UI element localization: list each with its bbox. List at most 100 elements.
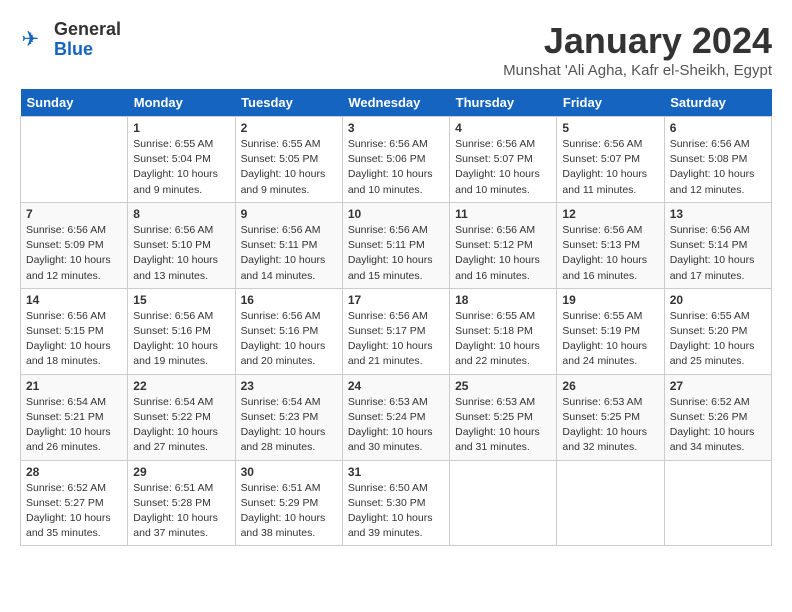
- page-header: ✈ General Blue January 2024 Munshat 'Ali…: [20, 20, 772, 79]
- daylight-text: Daylight: 10 hours and 14 minutes.: [241, 253, 337, 283]
- weekday-header-monday: Monday: [128, 89, 235, 117]
- sunset-text: Sunset: 5:07 PM: [455, 152, 551, 167]
- logo: ✈ General Blue: [20, 20, 121, 60]
- sunset-text: Sunset: 5:08 PM: [670, 152, 766, 167]
- logo-blue: Blue: [54, 40, 121, 60]
- sunrise-text: Sunrise: 6:53 AM: [455, 395, 551, 410]
- weekday-header-saturday: Saturday: [664, 89, 771, 117]
- calendar-cell: 18Sunrise: 6:55 AMSunset: 5:18 PMDayligh…: [450, 288, 557, 374]
- cell-content: Sunrise: 6:52 AMSunset: 5:26 PMDaylight:…: [670, 395, 766, 456]
- cell-content: Sunrise: 6:55 AMSunset: 5:04 PMDaylight:…: [133, 137, 229, 198]
- sunset-text: Sunset: 5:11 PM: [241, 238, 337, 253]
- sunrise-text: Sunrise: 6:56 AM: [241, 309, 337, 324]
- cell-content: Sunrise: 6:56 AMSunset: 5:17 PMDaylight:…: [348, 309, 444, 370]
- weekday-header-tuesday: Tuesday: [235, 89, 342, 117]
- sunrise-text: Sunrise: 6:51 AM: [133, 481, 229, 496]
- sunset-text: Sunset: 5:19 PM: [562, 324, 658, 339]
- daylight-text: Daylight: 10 hours and 9 minutes.: [133, 167, 229, 197]
- calendar-row-2: 7Sunrise: 6:56 AMSunset: 5:09 PMDaylight…: [21, 202, 772, 288]
- sunset-text: Sunset: 5:25 PM: [455, 410, 551, 425]
- sunset-text: Sunset: 5:10 PM: [133, 238, 229, 253]
- sunrise-text: Sunrise: 6:56 AM: [670, 223, 766, 238]
- sunset-text: Sunset: 5:21 PM: [26, 410, 122, 425]
- daylight-text: Daylight: 10 hours and 37 minutes.: [133, 511, 229, 541]
- sunset-text: Sunset: 5:22 PM: [133, 410, 229, 425]
- sunrise-text: Sunrise: 6:54 AM: [241, 395, 337, 410]
- cell-content: Sunrise: 6:56 AMSunset: 5:16 PMDaylight:…: [133, 309, 229, 370]
- sunrise-text: Sunrise: 6:53 AM: [562, 395, 658, 410]
- daylight-text: Daylight: 10 hours and 10 minutes.: [348, 167, 444, 197]
- cell-content: Sunrise: 6:56 AMSunset: 5:10 PMDaylight:…: [133, 223, 229, 284]
- svg-text:✈: ✈: [22, 28, 40, 51]
- daylight-text: Daylight: 10 hours and 28 minutes.: [241, 425, 337, 455]
- sunrise-text: Sunrise: 6:55 AM: [670, 309, 766, 324]
- calendar-cell: 16 Sunrise: 6:56 AMSunset: 5:16 PMDayligh…: [235, 288, 342, 374]
- sunrise-text: Sunrise: 6:56 AM: [26, 309, 122, 324]
- sunset-text: Sunset: 5:04 PM: [133, 152, 229, 167]
- calendar-cell: 4Sunrise: 6:56 AMSunset: 5:07 PMDaylight…: [450, 117, 557, 203]
- sunset-text: Sunset: 5:17 PM: [348, 324, 444, 339]
- daylight-text: Daylight: 10 hours and 18 minutes.: [26, 339, 122, 369]
- calendar-cell: 9Sunrise: 6:56 AMSunset: 5:11 PMDaylight…: [235, 202, 342, 288]
- day-number: 24: [348, 379, 444, 393]
- day-number: 13: [670, 207, 766, 221]
- sunset-text: Sunset: 5:05 PM: [241, 152, 337, 167]
- day-number: 27: [670, 379, 766, 393]
- sunrise-text: Sunrise: 6:56 AM: [562, 223, 658, 238]
- day-number: 16: [241, 293, 337, 307]
- sunrise-text: Sunrise: 6:56 AM: [133, 309, 229, 324]
- weekday-header-wednesday: Wednesday: [342, 89, 449, 117]
- calendar-cell: 7Sunrise: 6:56 AMSunset: 5:09 PMDaylight…: [21, 202, 128, 288]
- daylight-text: Daylight: 10 hours and 17 minutes.: [670, 253, 766, 283]
- month-title: January 2024: [503, 20, 772, 62]
- weekday-header-sunday: Sunday: [21, 89, 128, 117]
- day-number: 23: [241, 379, 337, 393]
- day-number: 29: [133, 465, 229, 479]
- cell-content: Sunrise: 6:56 AMSunset: 5:16 PMDaylight:…: [241, 309, 337, 370]
- day-number: 22: [133, 379, 229, 393]
- calendar-cell: 28Sunrise: 6:52 AMSunset: 5:27 PMDayligh…: [21, 460, 128, 546]
- weekday-header-thursday: Thursday: [450, 89, 557, 117]
- logo-text: General Blue: [54, 20, 121, 60]
- sunrise-text: Sunrise: 6:56 AM: [348, 309, 444, 324]
- sunset-text: Sunset: 5:11 PM: [348, 238, 444, 253]
- cell-content: Sunrise: 6:55 AMSunset: 5:19 PMDaylight:…: [562, 309, 658, 370]
- day-number: 19: [562, 293, 658, 307]
- sunrise-text: Sunrise: 6:54 AM: [133, 395, 229, 410]
- day-number: 11: [455, 207, 551, 221]
- daylight-text: Daylight: 10 hours and 9 minutes.: [241, 167, 337, 197]
- cell-content: Sunrise: 6:56 AMSunset: 5:15 PMDaylight:…: [26, 309, 122, 370]
- daylight-text: Daylight: 10 hours and 25 minutes.: [670, 339, 766, 369]
- cell-content: Sunrise: 6:56 AMSunset: 5:11 PMDaylight:…: [241, 223, 337, 284]
- sunrise-text: Sunrise: 6:56 AM: [455, 223, 551, 238]
- sunset-text: Sunset: 5:27 PM: [26, 496, 122, 511]
- sunset-text: Sunset: 5:12 PM: [455, 238, 551, 253]
- daylight-text: Daylight: 10 hours and 31 minutes.: [455, 425, 551, 455]
- day-number: 10: [348, 207, 444, 221]
- sunset-text: Sunset: 5:30 PM: [348, 496, 444, 511]
- logo-icon: ✈: [20, 25, 50, 55]
- sunset-text: Sunset: 5:25 PM: [562, 410, 658, 425]
- sunrise-text: Sunrise: 6:56 AM: [348, 223, 444, 238]
- sunrise-text: Sunrise: 6:52 AM: [26, 481, 122, 496]
- sunrise-text: Sunrise: 6:55 AM: [133, 137, 229, 152]
- daylight-text: Daylight: 10 hours and 27 minutes.: [133, 425, 229, 455]
- calendar-cell: 14Sunrise: 6:56 AMSunset: 5:15 PMDayligh…: [21, 288, 128, 374]
- cell-content: Sunrise: 6:56 AMSunset: 5:12 PMDaylight:…: [455, 223, 551, 284]
- cell-content: Sunrise: 6:56 AMSunset: 5:07 PMDaylight:…: [455, 137, 551, 198]
- cell-content: Sunrise: 6:51 AMSunset: 5:29 PMDaylight:…: [241, 481, 337, 542]
- day-number: 17: [348, 293, 444, 307]
- sunset-text: Sunset: 5:06 PM: [348, 152, 444, 167]
- cell-content: Sunrise: 6:52 AMSunset: 5:27 PMDaylight:…: [26, 481, 122, 542]
- sunset-text: Sunset: 5:18 PM: [455, 324, 551, 339]
- daylight-text: Daylight: 10 hours and 10 minutes.: [455, 167, 551, 197]
- cell-content: Sunrise: 6:51 AMSunset: 5:28 PMDaylight:…: [133, 481, 229, 542]
- cell-content: Sunrise: 6:53 AMSunset: 5:24 PMDaylight:…: [348, 395, 444, 456]
- sunset-text: Sunset: 5:14 PM: [670, 238, 766, 253]
- daylight-text: Daylight: 10 hours and 12 minutes.: [26, 253, 122, 283]
- daylight-text: Daylight: 10 hours and 16 minutes.: [455, 253, 551, 283]
- day-number: 8: [133, 207, 229, 221]
- calendar-cell: [557, 460, 664, 546]
- sunrise-text: Sunrise: 6:50 AM: [348, 481, 444, 496]
- cell-content: Sunrise: 6:55 AMSunset: 5:18 PMDaylight:…: [455, 309, 551, 370]
